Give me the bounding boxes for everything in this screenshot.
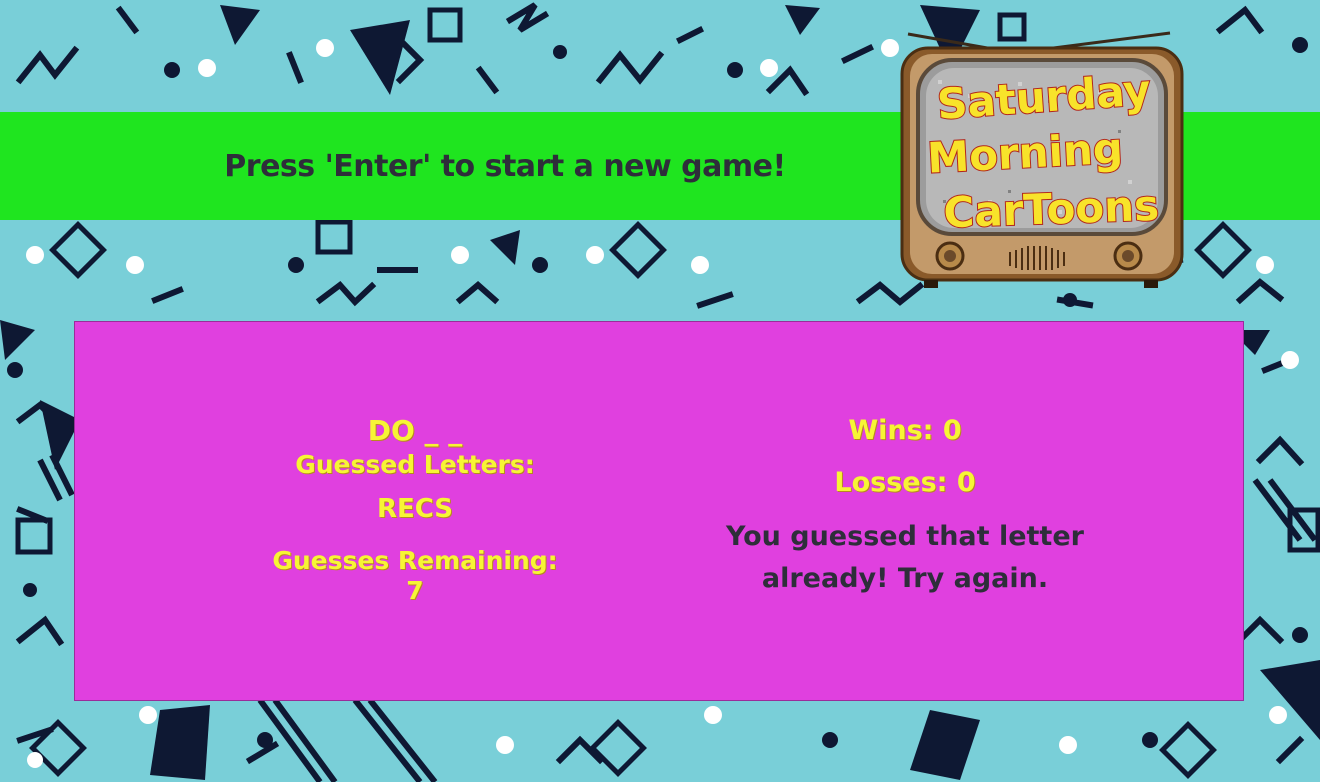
start-instruction-text: Press 'Enter' to start a new game!: [224, 148, 786, 184]
logo-line-2: Morning: [926, 124, 1124, 183]
guessed-letters-value: RECS: [376, 494, 454, 524]
logo-line-3: CarToons: [943, 181, 1160, 237]
guesses-remaining: Guesses Remaining: 7: [272, 546, 558, 605]
wins-count: Wins: 0: [848, 415, 962, 446]
guessed-letters-label: Guessed Letters:: [295, 450, 535, 479]
word-status-column: DO _ _ Guessed Letters: RECS Guesses Rem…: [270, 414, 560, 606]
losses-count: Losses: 0: [834, 467, 976, 498]
current-word: DO _ _: [367, 414, 463, 447]
saturday-morning-cartoons-logo: Saturday Morning CarToons: [900, 31, 1184, 288]
feedback-message: You guessed that letter already! Try aga…: [726, 521, 1084, 594]
score-column: Wins: 0 Losses: 0 You guessed that lette…: [675, 414, 1135, 600]
game-panel: DO _ _ Guessed Letters: RECS Guesses Rem…: [74, 321, 1244, 701]
